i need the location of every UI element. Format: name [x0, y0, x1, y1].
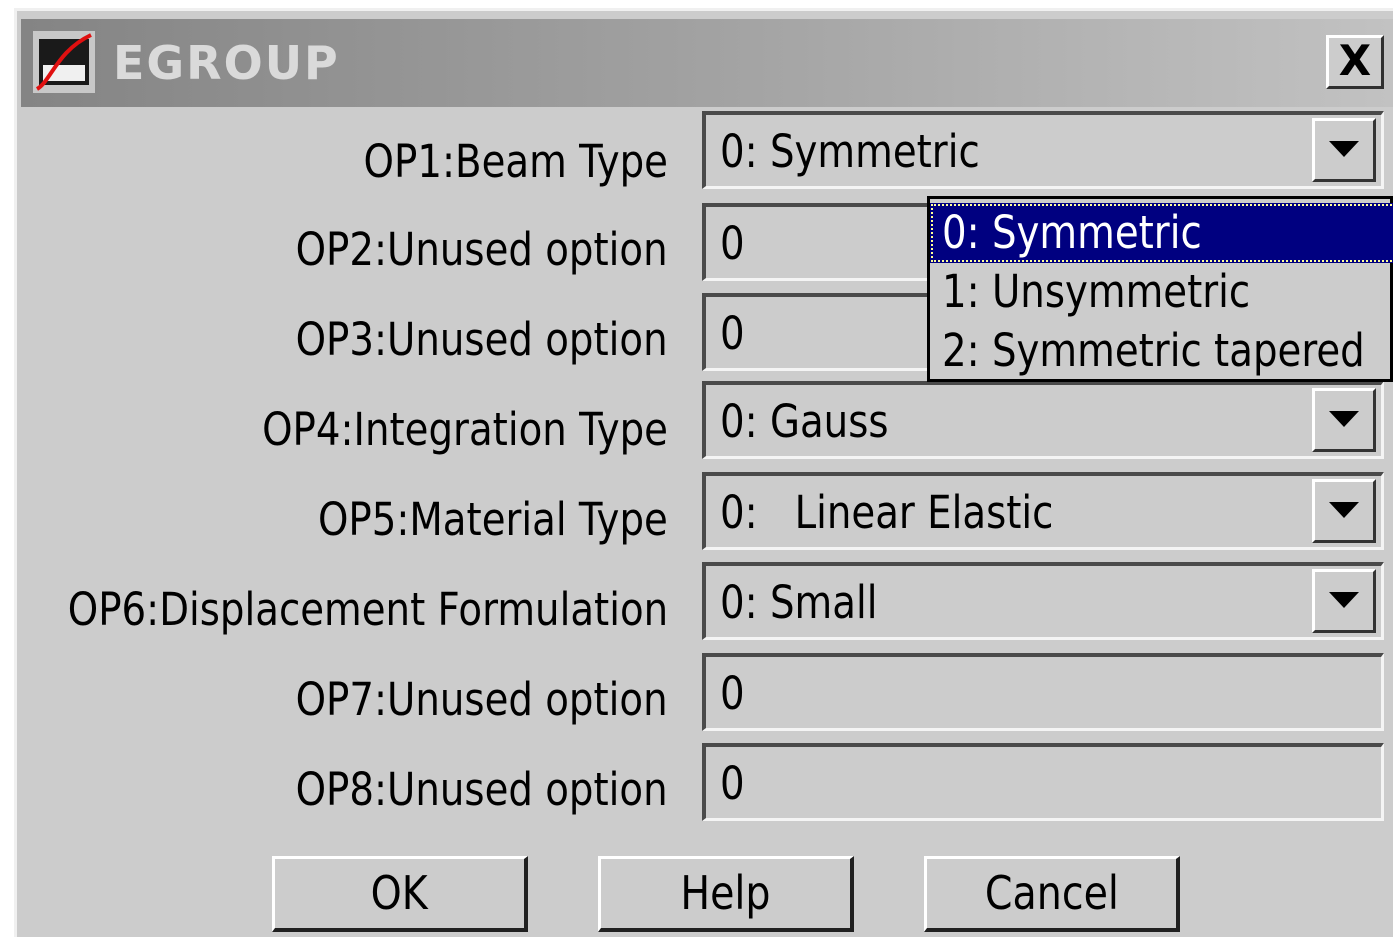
close-icon: X	[1338, 36, 1372, 85]
dropdown-option-symmetric-tapered[interactable]: 2: Symmetric tapered	[930, 321, 1393, 381]
cancel-button[interactable]: Cancel	[924, 856, 1180, 932]
op3-value: 0	[720, 307, 745, 360]
help-button-label: Help	[680, 866, 771, 920]
op3-label: OP3:Unused option	[295, 313, 668, 366]
dropdown-option-symmetric[interactable]: 0: Symmetric	[930, 203, 1393, 263]
op7-label: OP7:Unused option	[295, 673, 668, 726]
op1-beam-type-select[interactable]: 0: Symmetric	[702, 111, 1384, 189]
op4-dropdown-button[interactable]	[1312, 388, 1376, 452]
op4-value: 0: Gauss	[720, 395, 889, 448]
chevron-down-icon	[1329, 411, 1359, 427]
dropdown-option-label: 2: Symmetric tapered	[942, 324, 1365, 377]
egroup-dialog: EGROUP X OP1:Beam Type 0: Symmetric OP2:…	[14, 8, 1393, 937]
close-button[interactable]: X	[1326, 35, 1384, 89]
op5-label: OP5:Material Type	[318, 493, 668, 546]
title-bar[interactable]: EGROUP X	[21, 19, 1393, 107]
op8-value: 0	[720, 757, 745, 810]
ok-button-label: OK	[370, 866, 429, 920]
app-curve-icon	[33, 31, 95, 93]
op1-dropdown-button[interactable]	[1312, 118, 1376, 182]
op2-label: OP2:Unused option	[295, 223, 668, 276]
beam-type-dropdown-list[interactable]: 0: Symmetric 1: Unsymmetric 2: Symmetric…	[927, 196, 1393, 382]
cancel-button-label: Cancel	[984, 866, 1119, 920]
op2-value: 0	[720, 217, 745, 270]
op6-dropdown-button[interactable]	[1312, 569, 1376, 633]
op4-integration-type-select[interactable]: 0: Gauss	[702, 381, 1384, 459]
op8-label: OP8:Unused option	[295, 763, 668, 816]
window-title: EGROUP	[113, 36, 340, 90]
chevron-down-icon	[1329, 592, 1359, 608]
dropdown-option-label: 0: Symmetric	[942, 206, 1202, 259]
op1-label: OP1:Beam Type	[363, 135, 668, 188]
chevron-down-icon	[1329, 141, 1359, 157]
op5-dropdown-button[interactable]	[1312, 479, 1376, 543]
ok-button[interactable]: OK	[272, 856, 528, 932]
chevron-down-icon	[1329, 502, 1359, 518]
op1-value: 0: Symmetric	[720, 125, 980, 178]
op7-input[interactable]: 0	[702, 653, 1384, 731]
op6-label: OP6:Displacement Formulation	[67, 583, 668, 636]
op5-value: 0: Linear Elastic	[720, 486, 1054, 539]
op6-displacement-formulation-select[interactable]: 0: Small	[702, 562, 1384, 640]
dropdown-option-unsymmetric[interactable]: 1: Unsymmetric	[930, 262, 1393, 322]
dropdown-option-label: 1: Unsymmetric	[942, 265, 1251, 318]
help-button[interactable]: Help	[598, 856, 854, 932]
op5-material-type-select[interactable]: 0: Linear Elastic	[702, 472, 1384, 550]
op6-value: 0: Small	[720, 576, 878, 629]
op7-value: 0	[720, 667, 745, 720]
op4-label: OP4:Integration Type	[262, 403, 668, 456]
op8-input[interactable]: 0	[702, 743, 1384, 821]
